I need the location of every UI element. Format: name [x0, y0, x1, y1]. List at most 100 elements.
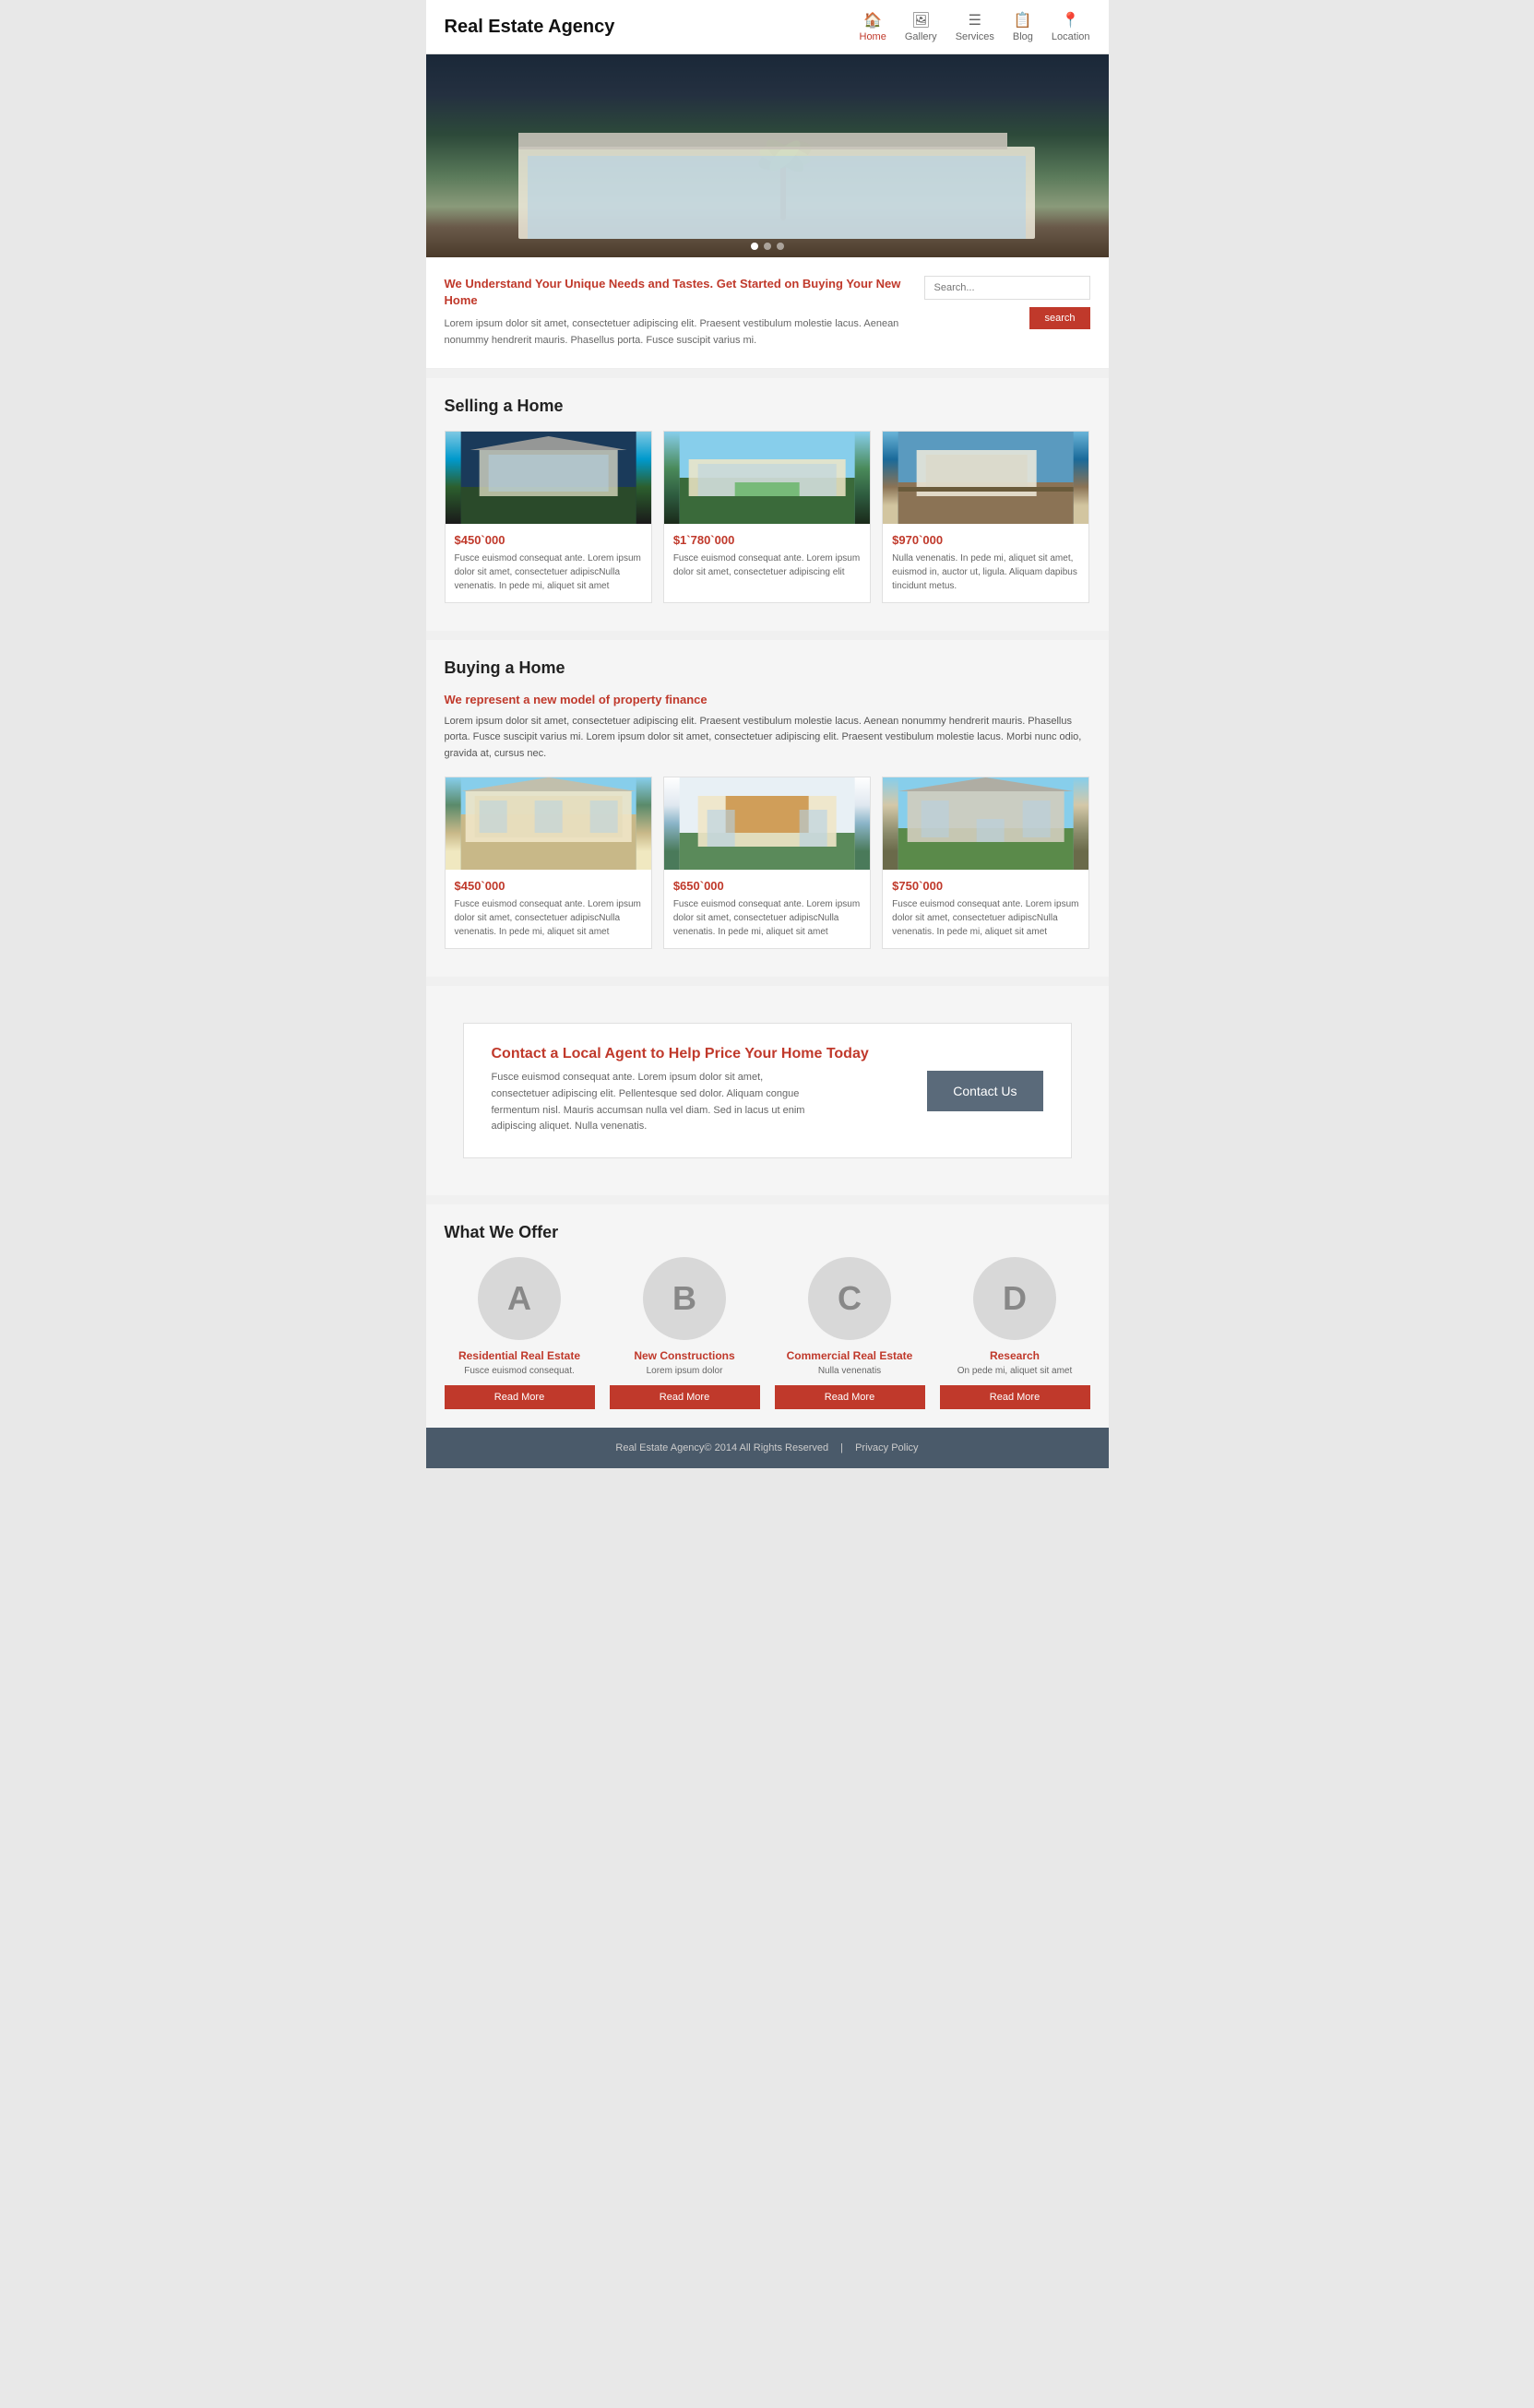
offer-card-constructions: B New Constructions Lorem ipsum dolor Re…	[610, 1257, 760, 1409]
contact-us-button[interactable]: Contact Us	[927, 1071, 1042, 1111]
location-icon: 📍	[1062, 11, 1080, 30]
offer-letter-d: D	[1003, 1279, 1027, 1318]
offer-title-constructions: New Constructions	[634, 1349, 734, 1362]
buying-section: Buying a Home We represent a new model o…	[426, 640, 1109, 978]
buying-property-1-price: $450`000	[455, 879, 642, 893]
selling-property-3-info: $970`000 Nulla venenatis. In pede mi, al…	[883, 524, 1088, 602]
buying-title: Buying a Home	[445, 658, 1090, 678]
carousel-dot-2[interactable]	[764, 243, 771, 250]
selling-property-2-image	[664, 432, 870, 524]
nav-services-label: Services	[956, 31, 994, 42]
offer-btn-constructions[interactable]: Read More	[610, 1385, 760, 1409]
buying-property-2-desc: Fusce euismod consequat ante. Lorem ipsu…	[673, 897, 861, 939]
buying-subtitle: We represent a new model of property fin…	[445, 693, 1090, 706]
search-widget: search	[924, 276, 1090, 350]
offer-card-residential: A Residential Real Estate Fusce euismod …	[445, 1257, 595, 1409]
nav-services[interactable]: ☰ Services	[956, 11, 994, 42]
buying-property-3-desc: Fusce euismod consequat ante. Lorem ipsu…	[892, 897, 1079, 939]
selling-property-3-desc: Nulla venenatis. In pede mi, aliquet sit…	[892, 552, 1079, 593]
offer-btn-commercial[interactable]: Read More	[775, 1385, 925, 1409]
main-nav: 🏠 Home 🖼 Gallery ☰ Services 📋 Blog 📍 Loc…	[860, 11, 1090, 42]
carousel-dot-3[interactable]	[777, 243, 784, 250]
contact-banner-text: Fusce euismod consequat ante. Lorem ipsu…	[492, 1070, 824, 1134]
hero-banner	[426, 54, 1109, 257]
offer-letter-a: A	[507, 1279, 531, 1318]
buying-property-3-info: $750`000 Fusce euismod consequat ante. L…	[883, 870, 1088, 948]
buying-property-2: $650`000 Fusce euismod consequat ante. L…	[663, 777, 871, 949]
offer-grid: A Residential Real Estate Fusce euismod …	[445, 1257, 1090, 1409]
contact-banner: Contact a Local Agent to Help Price Your…	[463, 1023, 1072, 1157]
offer-desc-constructions: Lorem ipsum dolor	[647, 1366, 723, 1376]
buying-property-3: $750`000 Fusce euismod consequat ante. L…	[882, 777, 1089, 949]
nav-blog[interactable]: 📋 Blog	[1013, 11, 1033, 42]
offer-letter-b: B	[672, 1279, 696, 1318]
selling-property-1-image	[446, 432, 651, 524]
hero-carousel-dots	[751, 243, 784, 250]
selling-property-1-info: $450`000 Fusce euismod consequat ante. L…	[446, 524, 651, 602]
home-icon: 🏠	[863, 11, 882, 30]
offer-desc-commercial: Nulla venenatis	[818, 1366, 881, 1376]
selling-property-3-image	[883, 432, 1088, 524]
buying-property-1-image	[446, 777, 651, 870]
buying-property-3-image	[883, 777, 1088, 870]
offer-letter-c: C	[838, 1279, 862, 1318]
offer-circle-d: D	[973, 1257, 1056, 1340]
footer-divider: |	[840, 1442, 843, 1453]
offer-btn-residential[interactable]: Read More	[445, 1385, 595, 1409]
selling-property-1-desc: Fusce euismod consequat ante. Lorem ipsu…	[455, 552, 642, 593]
gallery-icon: 🖼	[911, 11, 930, 30]
offer-title-commercial: Commercial Real Estate	[787, 1349, 913, 1362]
nav-blog-label: Blog	[1013, 31, 1033, 42]
buying-property-grid: $450`000 Fusce euismod consequat ante. L…	[445, 777, 1090, 949]
buying-property-1: $450`000 Fusce euismod consequat ante. L…	[445, 777, 652, 949]
offer-btn-research[interactable]: Read More	[940, 1385, 1090, 1409]
nav-gallery[interactable]: 🖼 Gallery	[905, 11, 937, 42]
buying-property-2-image	[664, 777, 870, 870]
offer-card-commercial: C Commercial Real Estate Nulla venenatis…	[775, 1257, 925, 1409]
offer-desc-residential: Fusce euismod consequat.	[464, 1366, 575, 1376]
services-icon: ☰	[969, 11, 981, 30]
offer-section: What We Offer A Residential Real Estate …	[426, 1204, 1109, 1428]
contact-banner-title: Contact a Local Agent to Help Price Your…	[492, 1046, 869, 1062]
intro-section: We Understand Your Unique Needs and Tast…	[426, 257, 1109, 369]
nav-location[interactable]: 📍 Location	[1052, 11, 1090, 42]
offer-desc-research: On pede mi, aliquet sit amet	[957, 1366, 1073, 1376]
buying-property-2-info: $650`000 Fusce euismod consequat ante. L…	[664, 870, 870, 948]
selling-property-2-desc: Fusce euismod consequat ante. Lorem ipsu…	[673, 552, 861, 579]
site-logo: Real Estate Agency	[445, 17, 615, 38]
selling-title: Selling a Home	[445, 397, 1090, 416]
selling-property-1-price: $450`000	[455, 533, 642, 547]
selling-property-2: $1`780`000 Fusce euismod consequat ante.…	[663, 431, 871, 603]
footer-copyright: Real Estate Agency© 2014 All Rights Rese…	[615, 1442, 828, 1453]
selling-property-3: $970`000 Nulla venenatis. In pede mi, al…	[882, 431, 1089, 603]
offer-title-residential: Residential Real Estate	[458, 1349, 580, 1362]
search-input[interactable]	[924, 276, 1090, 300]
carousel-dot-1[interactable]	[751, 243, 758, 250]
nav-home[interactable]: 🏠 Home	[860, 11, 886, 42]
offer-circle-c: C	[808, 1257, 891, 1340]
header: Real Estate Agency 🏠 Home 🖼 Gallery ☰ Se…	[426, 0, 1109, 54]
nav-location-label: Location	[1052, 31, 1090, 42]
footer: Real Estate Agency© 2014 All Rights Rese…	[426, 1428, 1109, 1468]
intro-title: We Understand Your Unique Needs and Tast…	[445, 276, 906, 309]
blog-icon: 📋	[1014, 11, 1032, 30]
nav-home-label: Home	[860, 31, 886, 42]
search-button[interactable]: search	[1029, 307, 1089, 329]
contact-banner-wrapper: Contact a Local Agent to Help Price Your…	[426, 986, 1109, 1194]
offer-circle-b: B	[643, 1257, 726, 1340]
offer-card-research: D Research On pede mi, aliquet sit amet …	[940, 1257, 1090, 1409]
buying-property-1-info: $450`000 Fusce euismod consequat ante. L…	[446, 870, 651, 948]
selling-property-2-info: $1`780`000 Fusce euismod consequat ante.…	[664, 524, 870, 588]
house-roof	[518, 133, 1007, 149]
footer-privacy-link[interactable]: Privacy Policy	[855, 1442, 918, 1453]
hero-house	[518, 147, 1035, 239]
selling-property-grid: $450`000 Fusce euismod consequat ante. L…	[445, 431, 1090, 603]
buying-property-2-price: $650`000	[673, 879, 861, 893]
selling-property-2-price: $1`780`000	[673, 533, 861, 547]
buying-property-3-price: $750`000	[892, 879, 1079, 893]
buying-text: Lorem ipsum dolor sit amet, consectetuer…	[445, 714, 1090, 763]
intro-text: Lorem ipsum dolor sit amet, consectetuer…	[445, 316, 906, 349]
intro-content: We Understand Your Unique Needs and Tast…	[445, 276, 924, 350]
offer-title-research: Research	[990, 1349, 1040, 1362]
offer-title: What We Offer	[445, 1223, 1090, 1242]
